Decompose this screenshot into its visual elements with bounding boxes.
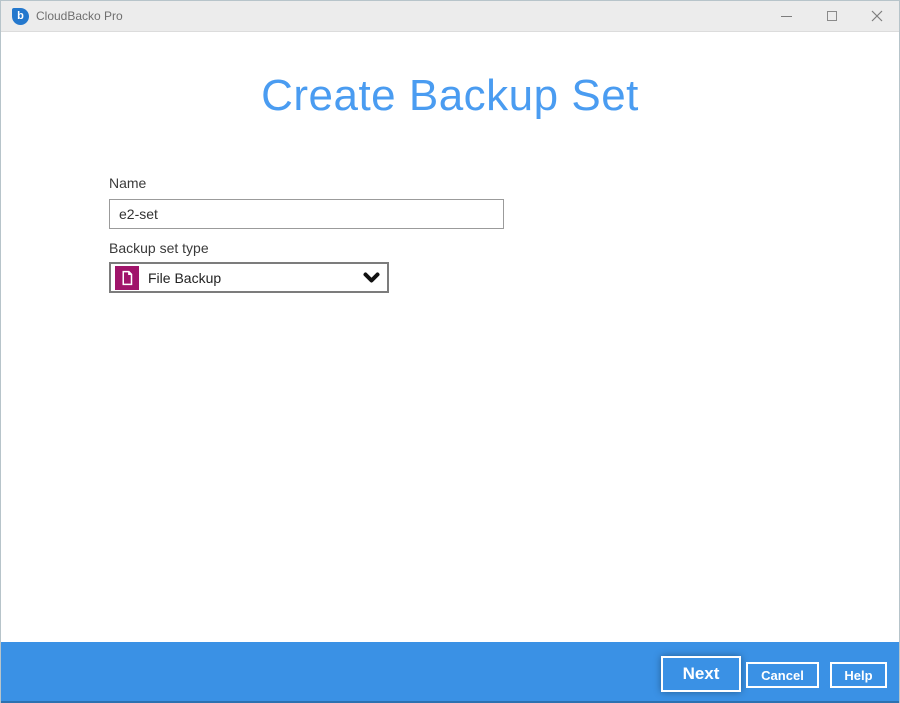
cancel-button[interactable]: Cancel (746, 662, 819, 688)
help-button[interactable]: Help (830, 662, 887, 688)
maximize-icon (827, 11, 837, 21)
backup-set-type-select[interactable]: File Backup (109, 262, 389, 293)
close-button[interactable] (854, 1, 899, 31)
app-window: b CloudBacko Pro Create Backup Set Name … (0, 0, 900, 703)
window-controls (764, 1, 899, 31)
footer-bar: Next Cancel Help (1, 642, 899, 703)
file-backup-icon (115, 266, 139, 290)
app-logo-icon: b (12, 8, 29, 25)
maximize-button[interactable] (809, 1, 854, 31)
main-content: Create Backup Set Name Backup set type F… (1, 33, 899, 642)
title-bar: b CloudBacko Pro (1, 1, 899, 32)
minimize-icon (781, 16, 792, 17)
backup-set-type-value: File Backup (148, 270, 221, 286)
close-icon (871, 10, 883, 22)
minimize-button[interactable] (764, 1, 809, 31)
chevron-down-icon (363, 272, 380, 283)
window-title: CloudBacko Pro (36, 9, 123, 23)
name-label: Name (109, 175, 146, 191)
backup-set-type-label: Backup set type (109, 240, 209, 256)
page-title: Create Backup Set (1, 71, 899, 121)
name-input[interactable] (109, 199, 504, 229)
next-button[interactable]: Next (661, 656, 741, 692)
